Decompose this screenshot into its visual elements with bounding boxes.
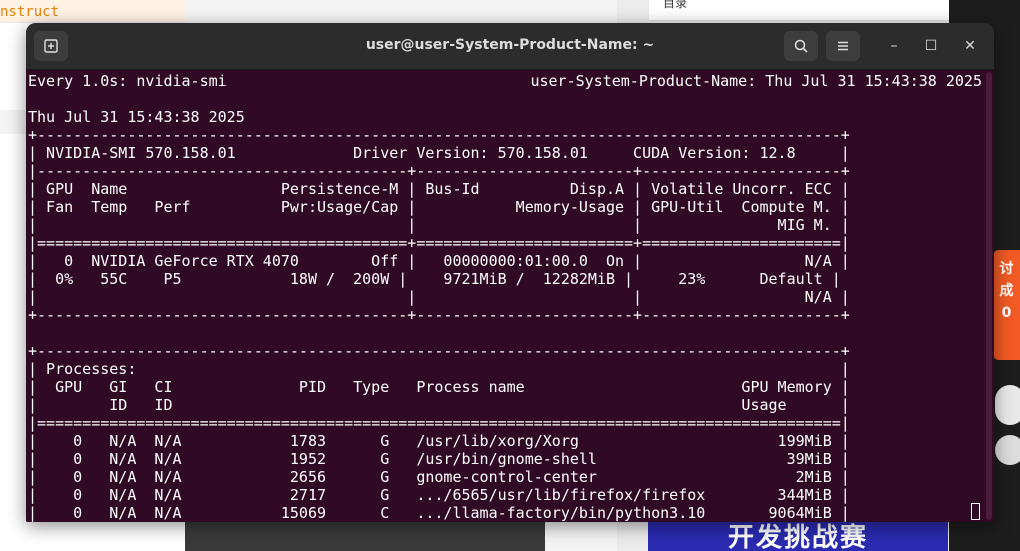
- nvidia-smi-output: Thu Jul 31 15:43:38 2025 +--------------…: [28, 108, 850, 522]
- search-button[interactable]: [784, 31, 818, 61]
- maximize-button[interactable]: ☐: [921, 36, 941, 56]
- terminal-window[interactable]: user@user-System-Product-Name: ~ – ☐ ✕ E…: [26, 23, 994, 522]
- close-button[interactable]: ✕: [960, 36, 980, 56]
- terminal-titlebar[interactable]: user@user-System-Product-Name: ~ – ☐ ✕: [26, 23, 994, 70]
- menu-button[interactable]: [826, 31, 860, 61]
- floating-button-secondary[interactable]: [995, 435, 1020, 465]
- hamburger-menu-icon: [838, 41, 848, 51]
- terminal-header-left: Every 1.0s: nvidia-smi: [28, 72, 227, 90]
- promo-banner[interactable]: 开发挑战赛: [648, 520, 948, 551]
- floating-button[interactable]: [995, 385, 1020, 425]
- minimize-button[interactable]: –: [884, 36, 904, 56]
- promo-badge[interactable]: 讨 成 0: [993, 250, 1020, 360]
- terminal-screen[interactable]: Every 1.0s: nvidia-smi user-System-Produ…: [26, 70, 994, 522]
- browser-toc-label: 目录: [663, 0, 688, 10]
- editor-code-text: nstruct: [0, 4, 60, 20]
- search-icon: [794, 39, 808, 53]
- background-dark-panel: [185, 520, 545, 551]
- terminal-cursor: [971, 503, 980, 520]
- promo-badge-text: 讨 成 0: [999, 261, 1014, 321]
- browser-toc-panel: 目录: [649, 0, 949, 21]
- terminal-scrollbar[interactable]: [986, 72, 992, 520]
- terminal-header-right: user-System-Product-Name: Thu Jul 31 15:…: [530, 72, 982, 90]
